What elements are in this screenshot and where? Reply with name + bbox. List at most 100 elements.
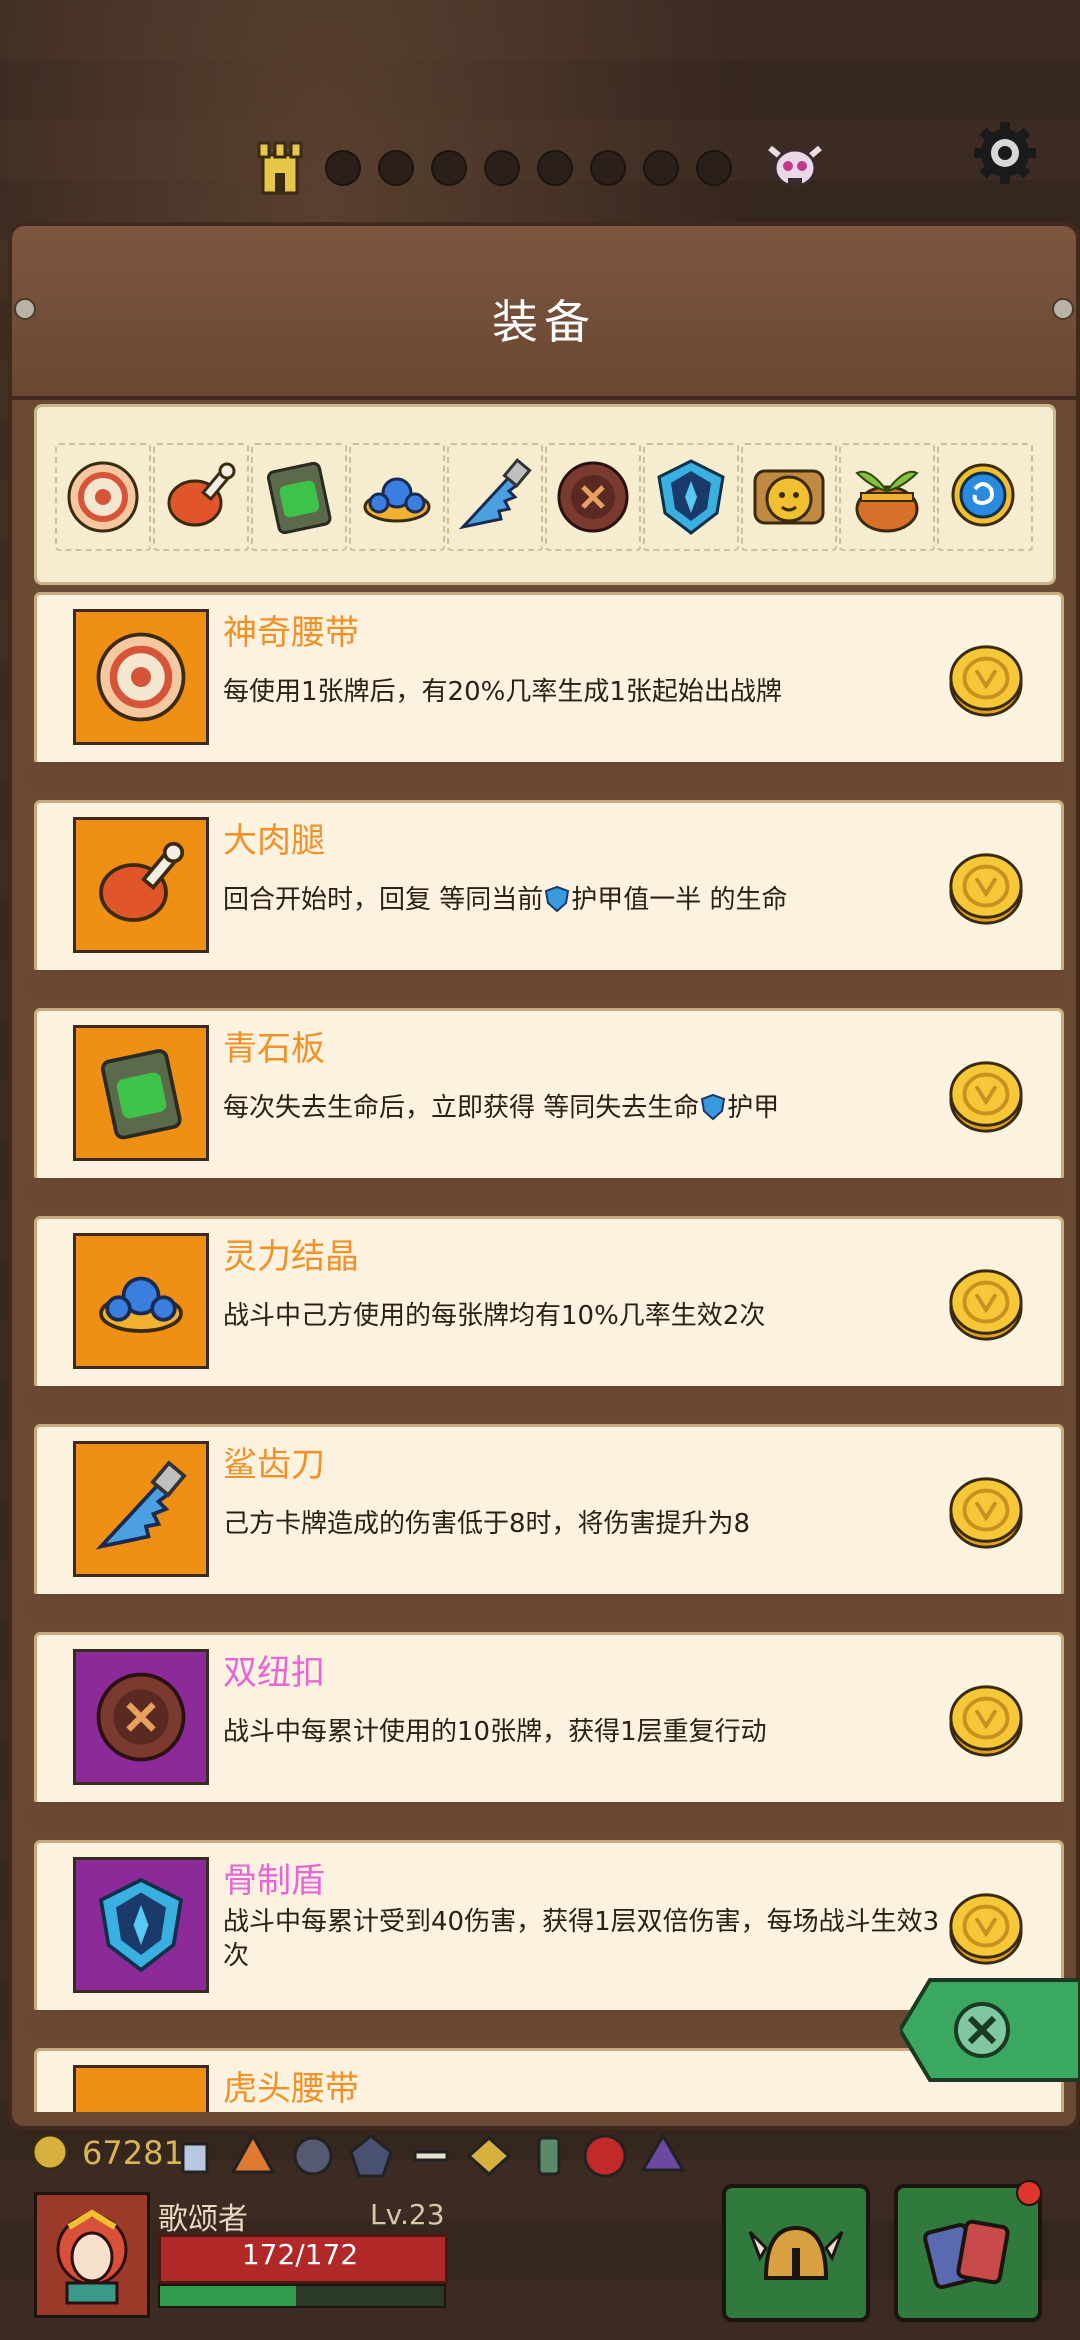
slot-meat-leg[interactable] bbox=[153, 443, 249, 551]
map-node bbox=[431, 150, 467, 186]
item-thumbnail bbox=[73, 1025, 209, 1161]
shark-blade-icon bbox=[95, 1460, 187, 1550]
relic-icon[interactable] bbox=[407, 2132, 455, 2180]
coin-icon[interactable] bbox=[947, 849, 1025, 927]
relic-icon[interactable] bbox=[229, 2132, 277, 2180]
player-avatar[interactable] bbox=[34, 2192, 150, 2318]
map-node bbox=[484, 150, 520, 186]
equipment-list[interactable]: 神奇腰带 每使用1张牌后，有20%几率生成1张起始出战牌 大肉腿 回合开始时，回… bbox=[26, 592, 1066, 2112]
item-description: 回合开始时，回复 等同当前 护甲值一半 的生命 bbox=[223, 883, 963, 917]
shelf-divider bbox=[26, 970, 1066, 998]
relic-icon[interactable] bbox=[347, 2132, 395, 2180]
item-name: 骨制盾 bbox=[223, 1861, 325, 1901]
item-description: 战斗中每累计使用的10张牌，获得1层重复行动 bbox=[223, 1717, 767, 1747]
equipment-card[interactable]: 灵力结晶 战斗中己方使用的每张牌均有10%几率生效2次 bbox=[34, 1216, 1064, 1390]
crystal-icon bbox=[363, 477, 431, 523]
shelf-divider bbox=[26, 1802, 1066, 1830]
slot-button[interactable] bbox=[545, 443, 641, 551]
desc-part: 护甲 bbox=[727, 1093, 780, 1123]
map-node bbox=[643, 150, 679, 186]
shelf-divider bbox=[26, 1594, 1066, 1622]
coin-icon[interactable] bbox=[947, 1057, 1025, 1135]
shark-blade-icon bbox=[458, 458, 532, 530]
settings-gear-icon[interactable] bbox=[970, 118, 1040, 188]
item-thumbnail bbox=[73, 2065, 209, 2112]
map-node bbox=[325, 150, 361, 186]
item-name: 双纽扣 bbox=[223, 1653, 325, 1693]
equipment-card[interactable]: 双纽扣 战斗中每累计使用的10张牌，获得1层重复行动 bbox=[34, 1632, 1064, 1806]
castle-icon bbox=[257, 141, 303, 195]
button-icon bbox=[557, 461, 629, 533]
equipment-card[interactable]: 鲨齿刀 己方卡牌造成的伤害低于8时，将伤害提升为8 bbox=[34, 1424, 1064, 1598]
equipment-card[interactable]: 青石板 每次失去生命后，立即获得 等同失去生命 护甲 bbox=[34, 1008, 1064, 1182]
item-name: 虎头腰带 bbox=[223, 2069, 359, 2109]
item-description: 战斗中己方使用的每张牌均有10%几率生效2次 bbox=[223, 1301, 766, 1331]
coin-icon[interactable] bbox=[947, 1889, 1025, 1967]
relic-icon[interactable] bbox=[465, 2132, 513, 2180]
notification-dot bbox=[1016, 2180, 1042, 2206]
pot-icon bbox=[855, 470, 919, 533]
slot-orb[interactable] bbox=[937, 443, 1033, 551]
gold-amount: 67281 bbox=[82, 2134, 184, 2172]
item-description: 每使用1张牌后，有20%几率生成1张起始出战牌 bbox=[223, 677, 782, 707]
relic-icon[interactable] bbox=[175, 2136, 215, 2176]
player-name: 歌颂者 bbox=[158, 2202, 248, 2237]
panel-header: 装备 bbox=[12, 226, 1076, 400]
relic-icon[interactable] bbox=[525, 2132, 573, 2180]
relic-icon[interactable] bbox=[579, 2130, 631, 2182]
close-button[interactable] bbox=[900, 1960, 1080, 2100]
item-thumbnail bbox=[73, 817, 209, 953]
slot-tiger-belt[interactable] bbox=[741, 443, 837, 551]
button-icon bbox=[96, 1672, 186, 1762]
item-name: 大肉腿 bbox=[223, 821, 325, 861]
green-stone-icon bbox=[100, 1049, 182, 1140]
green-stone-icon bbox=[266, 461, 332, 535]
belt-icon bbox=[96, 632, 186, 722]
desc-part: 每次失去生命后，立即获得 等同失去生命 bbox=[223, 1093, 700, 1123]
meat-leg-icon bbox=[167, 462, 236, 527]
slot-bone-shield[interactable] bbox=[643, 443, 739, 551]
relic-icon[interactable] bbox=[289, 2132, 337, 2180]
hero-portrait-icon bbox=[56, 2209, 128, 2305]
item-thumbnail bbox=[73, 609, 209, 745]
equipment-panel: 装备 神奇腰带 每使用1张牌后，有20%几率生成1张起始出战牌 大肉腿 回合开始… bbox=[8, 222, 1080, 2130]
armor-shield-icon bbox=[701, 1093, 726, 1121]
slot-belt[interactable] bbox=[55, 443, 151, 551]
equipment-icon-strip bbox=[34, 404, 1056, 585]
equipment-card[interactable]: 大肉腿 回合开始时，回复 等同当前 护甲值一半 的生命 bbox=[34, 800, 1064, 974]
item-description: 每次失去生命后，立即获得 等同失去生命 护甲 bbox=[223, 1091, 963, 1125]
coin-icon[interactable] bbox=[947, 1473, 1025, 1551]
xp-bar bbox=[158, 2284, 446, 2308]
slot-crystal[interactable] bbox=[349, 443, 445, 551]
cards-icon bbox=[923, 2219, 1010, 2289]
armor-shield-icon bbox=[545, 885, 570, 913]
item-name: 灵力结晶 bbox=[223, 1237, 359, 1277]
slot-pot[interactable] bbox=[839, 443, 935, 551]
shelf-divider bbox=[26, 1178, 1066, 1206]
meat-leg-icon bbox=[99, 841, 185, 922]
relic-bar[interactable] bbox=[175, 2122, 735, 2190]
map-node bbox=[378, 150, 414, 186]
bone-shield-icon bbox=[657, 459, 725, 535]
bone-shield-icon bbox=[98, 1877, 184, 1973]
player-level: Lv.23 bbox=[370, 2198, 445, 2231]
item-thumbnail bbox=[73, 1233, 209, 1369]
panel-title: 装备 bbox=[492, 295, 596, 349]
item-name: 青石板 bbox=[223, 1029, 325, 1069]
helmet-icon bbox=[748, 2225, 844, 2280]
shelf-divider bbox=[26, 1386, 1066, 1414]
coin-icon[interactable] bbox=[947, 641, 1025, 719]
item-thumbnail bbox=[73, 1441, 209, 1577]
relic-icon[interactable] bbox=[637, 2130, 689, 2182]
item-thumbnail bbox=[73, 1649, 209, 1785]
equipment-menu-button[interactable] bbox=[722, 2184, 870, 2322]
coin-icon[interactable] bbox=[947, 1265, 1025, 1343]
equipment-card[interactable]: 神奇腰带 每使用1张牌后，有20%几率生成1张起始出战牌 bbox=[34, 592, 1064, 766]
belt-icon bbox=[67, 461, 139, 533]
slot-green-stone[interactable] bbox=[251, 443, 347, 551]
deck-menu-button[interactable] bbox=[894, 2184, 1042, 2322]
shelf-divider bbox=[26, 762, 1066, 790]
slot-shark-blade[interactable] bbox=[447, 443, 543, 551]
coin-icon[interactable] bbox=[947, 1681, 1025, 1759]
tiger-belt-icon bbox=[753, 469, 825, 525]
